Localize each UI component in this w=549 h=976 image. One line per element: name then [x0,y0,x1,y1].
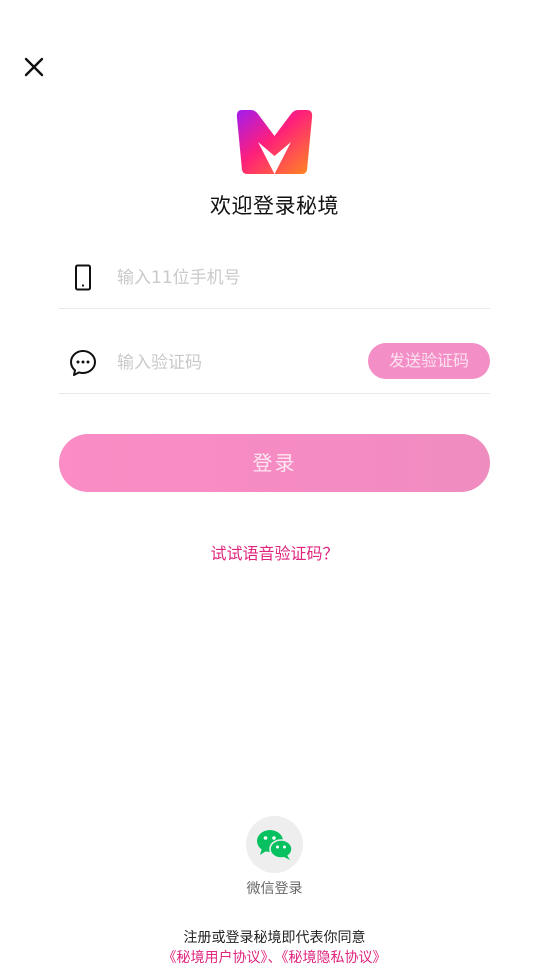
privacy-agreement-link[interactable]: 《秘境隐私协议》 [282,950,387,966]
agreement-text: 注册或登录秘境即代表你同意 [183,930,366,946]
welcome-title: 欢迎登录秘境 [210,194,339,218]
close-icon [24,57,44,77]
app-logo [236,108,313,176]
phone-input[interactable] [117,264,477,292]
wechat-login-button[interactable] [246,816,303,873]
message-icon [70,350,96,376]
phone-field-row [59,252,490,309]
user-agreement-link[interactable]: 《秘境用户协议》 [163,950,268,966]
code-field-row: 发送验证码 [59,337,490,394]
agreement-links: 《秘境用户协议》、《秘境隐私协议》 [0,947,549,967]
agreement-separator: 、 [267,950,282,966]
wechat-login-label: 微信登录 [246,881,303,897]
phone-icon [75,264,91,291]
app-logo-icon [236,110,313,174]
wechat-icon [257,830,293,860]
voice-code-link[interactable]: 试试语音验证码？ [0,540,549,564]
code-input[interactable] [117,349,357,377]
login-button[interactable]: 登录 [59,434,490,492]
send-code-button[interactable]: 发送验证码 [368,343,490,379]
close-button[interactable] [20,53,48,81]
